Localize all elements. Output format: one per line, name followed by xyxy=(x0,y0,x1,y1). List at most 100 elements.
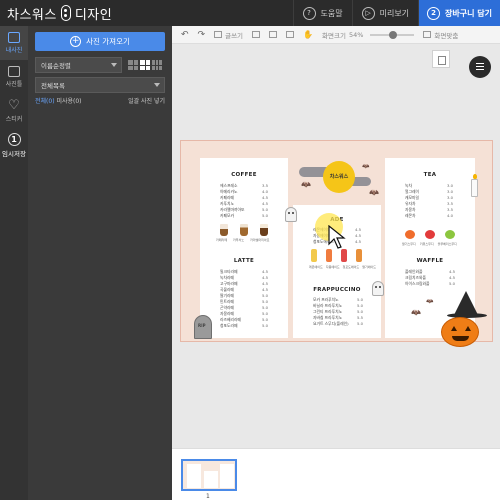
bottle-labels: 레몬에이드 자몽에이드 청포도에이드 딸기에이드 xyxy=(309,265,376,269)
left-rail: 내사진 사진틀 ♡ 스티커 1 임시저장 xyxy=(0,26,28,500)
pumpkin-eye xyxy=(465,326,471,331)
orange-ade-image xyxy=(356,249,362,262)
sort-select[interactable]: 이름순정렬 xyxy=(35,57,122,73)
mouse-cursor-icon xyxy=(328,225,346,249)
redo-icon[interactable]: ↷ xyxy=(198,30,206,40)
help-label: 도움말 xyxy=(320,8,343,18)
upload-label: 사진 가져오기 xyxy=(86,37,130,46)
tombstone-sticker[interactable] xyxy=(194,315,212,339)
fruit-labels: 딸기스무디 키위스무디 블루베리스무디 xyxy=(402,242,457,246)
candle-sticker[interactable] xyxy=(471,174,478,197)
grid-icon[interactable] xyxy=(286,31,295,38)
page-thumbnail[interactable] xyxy=(181,459,237,491)
fit-screen-button[interactable]: 화면맞춤 xyxy=(423,30,458,40)
coffee-title: COFFEE xyxy=(231,172,257,178)
help-button[interactable]: ? 도움말 xyxy=(292,0,352,26)
macchiato-cup-image xyxy=(260,224,268,236)
strawberry-smoothie-image xyxy=(405,230,415,239)
lemon-ade-image xyxy=(311,249,317,262)
undo-icon[interactable]: ↶ xyxy=(181,30,189,40)
list-view-icon[interactable] xyxy=(128,60,138,70)
rail-item-my-photos[interactable]: 내사진 xyxy=(0,26,28,60)
small-grid-view-icon[interactable] xyxy=(152,60,162,70)
waffle-title: WAFFLE xyxy=(416,258,444,264)
zoom-label: 화면크기 xyxy=(322,31,346,40)
list-item: 요거트 스무디(플레인) 5.0 xyxy=(313,321,363,326)
play-icon: ▷ xyxy=(361,6,375,20)
text-tool-button[interactable]: 글쓰기 xyxy=(214,30,243,40)
chevron-down-icon xyxy=(154,83,160,87)
ghost-sticker[interactable] xyxy=(372,281,384,296)
app-logo[interactable]: 차스워스 디자인 xyxy=(0,4,112,23)
list-item: 아이스크림와플 5.0 xyxy=(405,281,455,286)
grapefruit-ade-image xyxy=(326,249,332,262)
bat-sticker[interactable]: 🦇 xyxy=(411,309,421,317)
menu-icon[interactable] xyxy=(469,56,491,78)
preview-label: 미리보기 xyxy=(379,8,410,18)
coffee-latte-card[interactable]: COFFEE 에스프레소 3.5 아메리카노 4.0 카페라떼 4.5 카푸치노 4.5… xyxy=(200,158,288,338)
coffee-list: 에스프레소 3.5 아메리카노 4.0 카페라떼 4.5 카푸치노 4.5 카라멜마끼아… xyxy=(220,183,268,219)
moon-text: 차스워스 xyxy=(329,174,349,180)
kiwi-smoothie-image xyxy=(425,230,435,239)
tea-title: TEA xyxy=(423,172,437,178)
text-box-icon xyxy=(214,31,223,38)
rail-item-frames[interactable]: 사진틀 xyxy=(0,60,28,94)
folder-select[interactable]: 전체목록 xyxy=(35,77,165,93)
fit-screen-icon xyxy=(423,31,432,38)
photo-filter-links: 전체(0) 미사용(0) 일괄 사진 넣기 xyxy=(35,96,165,105)
rail-item-temp-save[interactable]: 1 임시저장 xyxy=(0,128,28,162)
menu-board-page[interactable]: COFFEE 에스프레소 3.5 아메리카노 4.0 카페라떼 4.5 카푸치노 4.5… xyxy=(180,140,493,347)
number-one-icon: 1 xyxy=(7,132,21,146)
filter-unused-link[interactable]: 미사용(0) xyxy=(56,98,81,105)
ghost-sticker[interactable] xyxy=(285,207,297,222)
plus-icon: + xyxy=(70,36,82,47)
hand-icon[interactable]: ✋ xyxy=(303,30,313,39)
design-canvas[interactable]: COFFEE 에스프레소 3.5 아메리카노 4.0 카페라떼 4.5 카푸치노 4.5… xyxy=(172,44,500,448)
page-settings-icon[interactable] xyxy=(432,50,450,68)
step-number-icon: 2 xyxy=(427,6,441,20)
sort-select-value: 이름순정렬 xyxy=(41,62,71,70)
latte-title: LATTE xyxy=(233,258,255,264)
rail-label-my-photos: 내사진 xyxy=(5,47,23,54)
top-actions: ? 도움말 ▷ 미리보기 2 장바구니 담기 xyxy=(292,0,500,26)
zoom-slider-knob[interactable] xyxy=(389,30,398,39)
page-number: 1 xyxy=(206,493,210,500)
bat-sticker[interactable]: 🦇 xyxy=(369,189,379,197)
grid-view-icon[interactable] xyxy=(140,60,150,70)
frappuccino-list: 모카 프라푸치노 5.0 바닐라 프라푸치노 5.0 그린티 프라푸치노 5.0 자바… xyxy=(313,297,363,327)
pumpkin-mouth xyxy=(452,336,469,341)
pumpkin-sticker[interactable] xyxy=(441,317,479,347)
view-toggle xyxy=(128,57,164,73)
bulk-insert-link[interactable]: 일괄 사진 넣기 xyxy=(128,96,165,105)
pumpkin-eye xyxy=(451,326,457,331)
rail-label-frames: 사진틀 xyxy=(5,81,23,88)
layout-icon[interactable] xyxy=(252,31,261,38)
cappuccino-cup-image xyxy=(240,224,248,236)
rail-item-stickers[interactable]: ♡ 스티커 xyxy=(0,94,28,128)
latte-cup-image xyxy=(220,224,228,236)
fit-screen-label: 화면맞춤 xyxy=(434,31,459,40)
photo-panel: + 사진 가져오기 이름순정렬 전체목록 전체(0) 미사용(0) 일괄 사진 … xyxy=(28,26,172,500)
add-to-cart-button[interactable]: 2 장바구니 담기 xyxy=(418,0,500,26)
list-item: 청포도라떼 5.0 xyxy=(220,323,268,328)
upload-photo-button[interactable]: + 사진 가져오기 xyxy=(35,32,165,51)
bat-sticker[interactable]: 🦇 xyxy=(301,181,311,189)
cup-labels: 카페라떼 카푸치노 카라멜마끼아또 xyxy=(216,238,270,242)
zoom-value: 54% xyxy=(348,30,364,39)
logo-text-left: 차스워스 xyxy=(7,7,57,23)
logo-moon-sticker[interactable]: 차스워스 xyxy=(323,161,355,193)
zoom-control: 화면크기 54% xyxy=(322,30,415,40)
chevron-down-icon xyxy=(111,63,117,67)
image-icon[interactable] xyxy=(269,31,278,38)
logo-text-right: 디자인 xyxy=(74,7,113,23)
bat-sticker[interactable]: 🦇 xyxy=(362,163,369,171)
zoom-slider[interactable] xyxy=(370,30,415,39)
preview-button[interactable]: ▷ 미리보기 xyxy=(351,0,418,26)
bat-sticker[interactable]: 🦇 xyxy=(426,298,433,306)
filter-all-link[interactable]: 전체(0) xyxy=(35,98,55,105)
heart-icon: ♡ xyxy=(8,97,20,113)
text-tool-label: 글쓰기 xyxy=(225,31,244,40)
cart-label: 장바구니 담기 xyxy=(445,8,492,18)
photo-icon xyxy=(8,32,20,43)
rail-label-stickers: 스티커 xyxy=(5,115,23,123)
